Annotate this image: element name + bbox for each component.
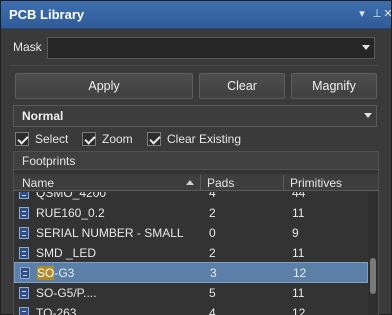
footprint-icon: [19, 247, 29, 259]
footprint-name: RUE160_0.2: [36, 206, 105, 220]
select-checkbox-label: Select: [35, 132, 69, 146]
clear-button[interactable]: Clear: [199, 73, 285, 99]
footprint-pads: 4: [209, 306, 216, 315]
footprint-name: SO-G5/P....: [36, 286, 97, 300]
footprint-name-rest: -G3: [54, 266, 75, 280]
footprint-pads: 2: [209, 206, 216, 220]
sort-ascending-icon: [186, 180, 194, 185]
view-mode-value: Normal: [22, 109, 64, 123]
footprint-pads: 0: [209, 226, 216, 240]
chevron-down-icon[interactable]: [364, 113, 372, 118]
footprint-pads: 4: [209, 192, 216, 200]
footprint-icon: [19, 207, 29, 219]
view-mode-select[interactable]: Normal: [13, 105, 377, 127]
column-header-name[interactable]: Name: [22, 176, 54, 190]
footprint-pads: 5: [209, 286, 216, 300]
checkbox-checked-icon[interactable]: [147, 132, 161, 146]
footprint-pads: 2: [209, 246, 216, 260]
apply-button[interactable]: Apply: [15, 73, 193, 99]
footprint-primitives: 9: [292, 226, 299, 240]
table-row[interactable]: RUE160_0.2 2 11: [14, 203, 368, 224]
footprint-icon: [19, 192, 29, 199]
panel-title: PCB Library: [9, 7, 85, 22]
column-separator[interactable]: [283, 175, 284, 190]
footprint-pads: 3: [210, 266, 217, 280]
table-row[interactable]: TO-263 4 12: [14, 303, 368, 315]
footprints-header: Footprints: [14, 152, 378, 170]
table-row[interactable]: SMD _LED 2 11: [14, 243, 368, 264]
footprint-icon: [19, 227, 29, 239]
panel-menu-icon[interactable]: ▾: [355, 7, 369, 21]
footprint-primitives: 44: [292, 192, 306, 200]
scrollbar-thumb[interactable]: [370, 258, 376, 294]
close-icon[interactable]: ✕: [381, 7, 392, 21]
footprint-icon: [20, 267, 30, 279]
panel-title-bar[interactable]: PCB Library ▾ ⊥ ✕: [1, 1, 392, 29]
footprint-name: SERIAL NUMBER - SMALL: [36, 226, 184, 240]
table-row-selected[interactable]: SO-G3 3 12: [14, 262, 368, 283]
footprint-icon: [19, 307, 29, 315]
column-header-pads[interactable]: Pads: [207, 176, 234, 190]
mask-match-highlight: SO: [37, 266, 55, 280]
footprint-icon: [19, 287, 29, 299]
chevron-down-icon[interactable]: [362, 45, 370, 50]
pcb-library-panel: PCB Library ▾ ⊥ ✕ Mask Apply Clear Magni…: [0, 0, 392, 315]
clear-existing-checkbox-label: Clear Existing: [167, 132, 242, 146]
vertical-scrollbar[interactable]: [368, 192, 378, 315]
footprints-grid-header: Name Pads Primitives: [14, 174, 378, 191]
footprint-name: QSMO_4200: [36, 192, 107, 200]
mask-input[interactable]: [47, 37, 375, 59]
footprints-group: Footprints Name Pads Primitives QSMO_420…: [13, 151, 379, 315]
mask-row: Mask: [1, 33, 391, 61]
footprint-primitives: 12: [292, 306, 306, 315]
zoom-checkbox-label: Zoom: [102, 132, 133, 146]
footprints-list: QSMO_4200 4 44 RUE160_0.2 2 11 SERIAL NU…: [14, 192, 368, 315]
footprint-name: SO-G3: [37, 266, 74, 280]
footprint-primitives: 11: [292, 286, 305, 300]
footprint-primitives: 11: [292, 246, 305, 260]
table-row[interactable]: SO-G5/P.... 5 11: [14, 283, 368, 304]
footprints-label: Footprints: [22, 154, 76, 168]
table-row[interactable]: SERIAL NUMBER - SMALL 0 9: [14, 223, 368, 244]
checkbox-checked-icon[interactable]: [82, 132, 96, 146]
footprint-name: SMD _LED: [36, 246, 97, 260]
column-separator[interactable]: [200, 175, 201, 190]
magnify-button[interactable]: Magnify: [291, 73, 377, 99]
checkbox-checked-icon[interactable]: [15, 132, 29, 146]
mask-label: Mask: [13, 40, 42, 54]
footprint-primitives: 11: [292, 206, 305, 220]
footprint-primitives: 12: [293, 266, 307, 280]
divider: [9, 65, 379, 66]
column-header-primitives[interactable]: Primitives: [290, 176, 342, 190]
footprint-name: TO-263: [36, 306, 77, 315]
